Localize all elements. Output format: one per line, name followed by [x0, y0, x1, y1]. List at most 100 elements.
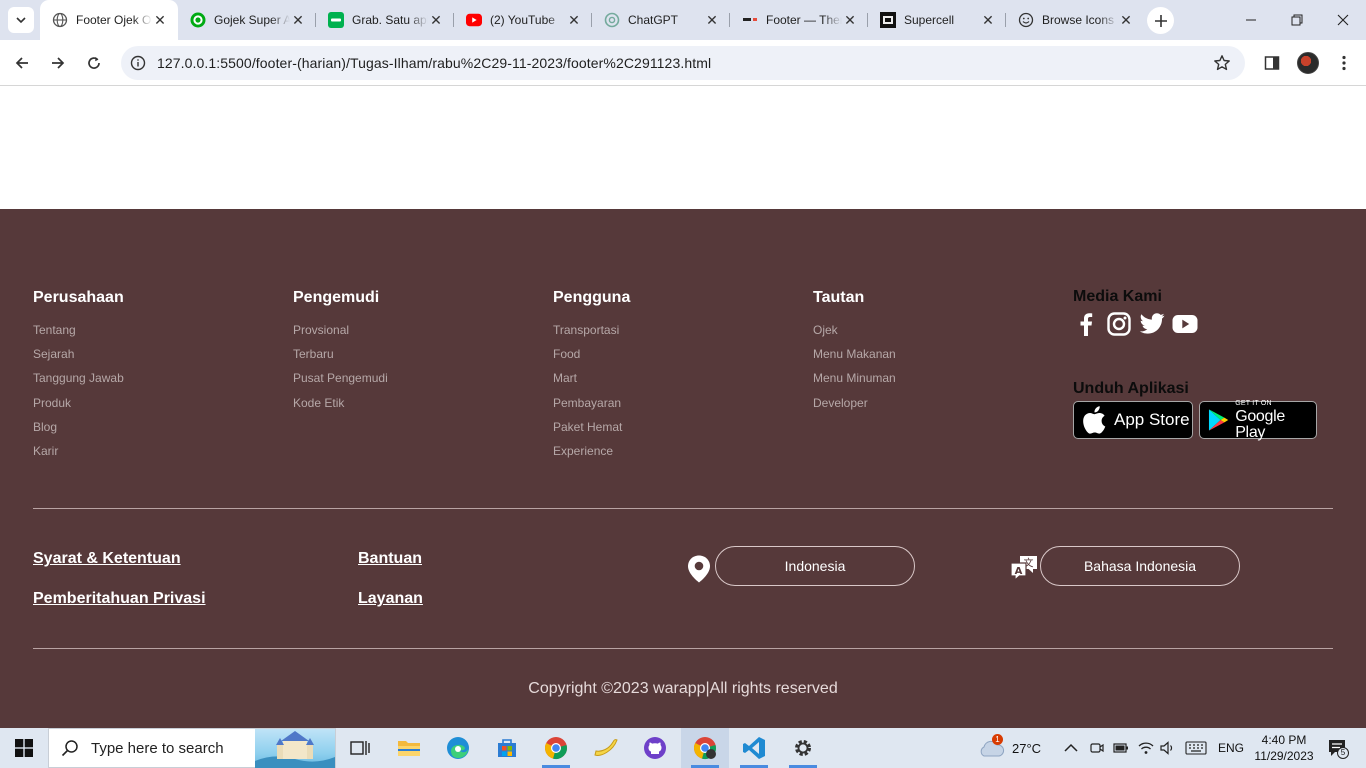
close-icon[interactable]: ✕: [428, 12, 444, 29]
app-store-button[interactable]: App Store: [1073, 401, 1193, 439]
country-selector[interactable]: Indonesia: [715, 546, 915, 586]
folder-icon: [398, 741, 420, 756]
file-explorer-button[interactable]: [385, 728, 433, 768]
chevron-down-icon: [16, 17, 26, 24]
menu-button[interactable]: [1334, 53, 1354, 73]
footer-link[interactable]: Transportasi: [553, 323, 630, 347]
restore-icon: [1291, 14, 1303, 26]
tab-footer-themes[interactable]: Footer — Themes ✕: [730, 0, 868, 40]
privacy-link[interactable]: Pemberitahuan Privasi: [33, 590, 206, 608]
keyboard-icon[interactable]: [1185, 728, 1207, 768]
close-icon[interactable]: ✕: [980, 12, 996, 29]
chrome-button[interactable]: [532, 728, 580, 768]
profile-avatar[interactable]: [1297, 52, 1319, 74]
notification-center[interactable]: 5: [1322, 728, 1352, 768]
tab-supercell[interactable]: Supercell ✕: [868, 0, 1006, 40]
footer-link[interactable]: Kode Etik: [293, 396, 388, 420]
wifi-icon[interactable]: [1138, 728, 1154, 768]
column-heading: Perusahaan: [33, 289, 124, 306]
clock-date: 11/29/2023: [1254, 749, 1314, 763]
chrome-profile-button[interactable]: [681, 728, 729, 768]
footer-link[interactable]: Produk: [33, 396, 124, 420]
reload-button[interactable]: [80, 49, 108, 77]
chatgpt-icon: [604, 12, 620, 28]
forward-button[interactable]: [44, 49, 72, 77]
terms-link[interactable]: Syarat & Ketentuan: [33, 550, 181, 568]
task-view-icon: [350, 741, 370, 755]
show-hidden-icons[interactable]: [1064, 728, 1078, 768]
weather-temperature: 27°C: [1012, 740, 1042, 756]
services-link[interactable]: Layanan: [358, 590, 423, 608]
tab-youtube[interactable]: (2) YouTube ✕: [454, 0, 592, 40]
footer-link[interactable]: Experience: [553, 444, 630, 468]
twitter-icon[interactable]: [1139, 311, 1165, 337]
task-view-button[interactable]: [336, 728, 384, 768]
youtube-icon[interactable]: [1172, 311, 1198, 337]
footer-link[interactable]: Food: [553, 347, 630, 371]
back-button[interactable]: [8, 49, 36, 77]
footer-link[interactable]: Blog: [33, 420, 124, 444]
restore-button[interactable]: [1274, 0, 1320, 40]
footer-column-pengguna: Pengguna Transportasi Food Mart Pembayar…: [553, 289, 630, 468]
vscode-button[interactable]: [730, 728, 778, 768]
edge-button[interactable]: [434, 728, 482, 768]
settings-button[interactable]: [779, 728, 827, 768]
footer-link[interactable]: Pembayaran: [553, 396, 630, 420]
star-icon[interactable]: [1213, 54, 1231, 72]
clock-time: 4:40 PM: [1261, 733, 1307, 747]
apple-icon: [1083, 406, 1106, 434]
browser-tab-strip: Footer Ojek Online ✕ Gojek Super App ✕ G…: [0, 0, 1366, 40]
clock[interactable]: 4:40 PM 11/29/2023: [1251, 728, 1317, 768]
youtube-icon: [466, 12, 482, 28]
footer-link[interactable]: Menu Makanan: [813, 347, 896, 371]
footer-link[interactable]: Developer: [813, 396, 896, 420]
tab-search-button[interactable]: [8, 7, 34, 33]
footer-link[interactable]: Ojek: [813, 323, 896, 347]
start-button[interactable]: [0, 728, 48, 768]
footer-link[interactable]: Menu Minuman: [813, 371, 896, 395]
instagram-icon[interactable]: [1106, 311, 1132, 337]
weather-widget[interactable]: 1 27°C: [978, 728, 1041, 768]
minimize-button[interactable]: [1228, 0, 1274, 40]
facebook-icon[interactable]: [1073, 311, 1099, 337]
footer-link[interactable]: Sejarah: [33, 347, 124, 371]
tab-gojek[interactable]: Gojek Super App ✕: [178, 0, 316, 40]
volume-icon[interactable]: [1160, 728, 1176, 768]
footer-link[interactable]: Tanggung Jawab: [33, 371, 124, 395]
sticky-app-button[interactable]: [582, 728, 630, 768]
tab-browse-icons[interactable]: Browse Icons ✕: [1006, 0, 1144, 40]
tab-grab[interactable]: Grab. Satu aplikasi ✕: [316, 0, 454, 40]
footer-link[interactable]: Terbaru: [293, 347, 388, 371]
address-bar[interactable]: 127.0.0.1:5500/footer-(harian)/Tugas-Ilh…: [121, 46, 1245, 80]
close-icon[interactable]: ✕: [152, 12, 168, 29]
side-panel-button[interactable]: [1262, 53, 1282, 73]
language-selector[interactable]: Bahasa Indonesia: [1040, 546, 1240, 586]
github-desktop-button[interactable]: [631, 728, 679, 768]
tab-chatgpt[interactable]: ChatGPT ✕: [592, 0, 730, 40]
taskbar-search[interactable]: Type here to search: [48, 728, 336, 768]
google-play-label: Google Play: [1235, 407, 1285, 441]
close-icon[interactable]: ✕: [1118, 12, 1134, 29]
google-play-button[interactable]: GET IT ON Google Play: [1199, 400, 1317, 441]
info-icon[interactable]: [130, 55, 146, 71]
footer-link[interactable]: Pusat Pengemudi: [293, 371, 388, 395]
close-icon[interactable]: ✕: [290, 12, 306, 29]
footer-link[interactable]: Tentang: [33, 323, 124, 347]
footer-link[interactable]: Mart: [553, 371, 630, 395]
footer-link[interactable]: Provsional: [293, 323, 388, 347]
footer-column-media: Media Kami Unduh Aplikasi App Store GET …: [1073, 289, 1317, 441]
input-language[interactable]: ENG: [1218, 728, 1244, 768]
footer-link[interactable]: Paket Hemat: [553, 420, 630, 444]
meet-now-icon[interactable]: [1090, 728, 1104, 768]
tab-footer-ojek[interactable]: Footer Ojek Online ✕: [40, 0, 178, 40]
help-link[interactable]: Bantuan: [358, 550, 422, 568]
close-icon[interactable]: ✕: [842, 12, 858, 29]
store-button[interactable]: [483, 728, 531, 768]
close-icon[interactable]: ✕: [704, 12, 720, 29]
footer-link[interactable]: Karir: [33, 444, 124, 468]
new-tab-button[interactable]: [1147, 7, 1174, 34]
supercell-icon: [880, 12, 896, 28]
close-icon[interactable]: ✕: [566, 12, 582, 29]
battery-icon[interactable]: [1113, 728, 1129, 768]
close-window-button[interactable]: [1320, 0, 1366, 40]
